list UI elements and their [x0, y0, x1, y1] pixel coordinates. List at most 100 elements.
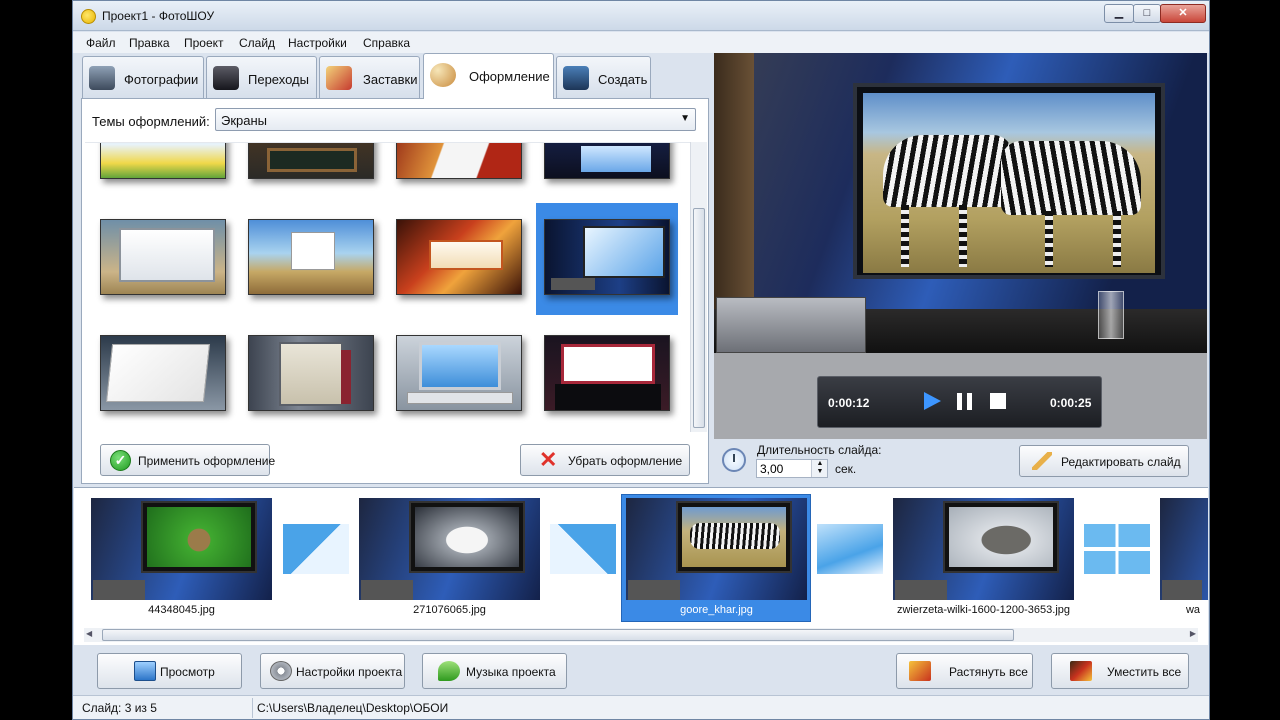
status-divider [252, 698, 253, 718]
camera-icon [89, 66, 115, 90]
theme-thumbnail[interactable] [396, 219, 522, 295]
fit-image-icon [1070, 661, 1092, 681]
tab-photos[interactable]: Фотографии [82, 56, 204, 98]
transition-thumbnail[interactable] [550, 524, 616, 574]
duration-stepper[interactable]: ▲▼ [811, 460, 827, 477]
theme-thumbnail[interactable] [544, 335, 670, 411]
transition-thumbnail[interactable] [1084, 524, 1150, 574]
glass-image [1098, 291, 1124, 339]
status-slide-counter: Слайд: 3 из 5 [82, 701, 157, 715]
timeline-slide-selected[interactable] [626, 498, 807, 600]
slide-filename: wa [1185, 604, 1201, 616]
clock-icon [722, 448, 746, 472]
pause-icon[interactable] [957, 393, 972, 410]
theme-grid-scrollbar[interactable] [690, 142, 707, 432]
apply-design-label: Применить оформление [138, 454, 276, 468]
gear-icon [270, 661, 292, 681]
play-icon[interactable] [924, 392, 941, 410]
app-window: Проект1 - ФотоШОУ ▁ □ ✕ Файл Правка Прое… [72, 0, 1210, 720]
chevron-right-icon[interactable]: ▶ [1190, 629, 1196, 638]
playback-controls: 0:00:12 0:00:25 [817, 376, 1102, 428]
pencil-icon [1032, 452, 1052, 470]
player-area: 0:00:12 0:00:25 [714, 353, 1207, 439]
monitor-icon [134, 661, 156, 681]
title-bar: Проект1 - ФотоШОУ ▁ □ ✕ [73, 1, 1209, 31]
status-project-path: C:\Users\Владелец\Desktop\ОБОИ [257, 701, 449, 715]
maximize-icon: □ [1143, 7, 1151, 19]
remove-design-label: Убрать оформление [568, 454, 683, 468]
maximize-button[interactable]: □ [1133, 4, 1161, 23]
theme-thumbnail[interactable] [100, 335, 226, 411]
project-music-button[interactable]: Музыка проекта [422, 653, 567, 689]
menu-slide[interactable]: Слайд [239, 36, 275, 50]
slide-filename: 44348045.jpg [148, 604, 215, 616]
design-tab-panel: Темы оформлений: Экраны ▼ ✓ Применить оф… [81, 98, 709, 484]
tab-design[interactable]: Оформление [423, 53, 554, 99]
project-settings-button[interactable]: Настройки проекта [260, 653, 405, 689]
red-cross-icon: ✕ [539, 447, 558, 472]
menu-help[interactable]: Справка [363, 36, 410, 50]
theme-thumbnail[interactable] [396, 335, 522, 411]
chevron-left-icon[interactable]: ◀ [86, 629, 92, 638]
transition-thumbnail[interactable] [283, 524, 349, 574]
tab-create[interactable]: Создать [556, 56, 651, 98]
fit-all-button[interactable]: Уместить все [1051, 653, 1189, 689]
preview-screen-frame [853, 83, 1165, 279]
theme-thumbnail[interactable] [248, 143, 374, 179]
scrollbar-thumb[interactable] [693, 208, 705, 428]
stop-icon[interactable] [990, 393, 1006, 409]
menu-edit[interactable]: Правка [129, 36, 170, 50]
timeline-slide[interactable] [1160, 498, 1208, 600]
menu-file[interactable]: Файл [86, 36, 116, 50]
menu-settings[interactable]: Настройки [288, 36, 347, 50]
remove-design-button[interactable]: ✕ Убрать оформление [520, 444, 690, 476]
minimize-button[interactable]: ▁ [1104, 4, 1134, 23]
theme-thumbnail[interactable] [100, 143, 226, 179]
theme-thumbnail-grid [85, 142, 690, 432]
timeline-slide[interactable] [91, 498, 272, 600]
chevron-down-icon: ▼ [680, 113, 690, 124]
close-button[interactable]: ✕ [1160, 4, 1206, 23]
current-time: 0:00:12 [828, 396, 870, 410]
magic-hat-icon [213, 66, 239, 90]
preview-button[interactable]: Просмотр [97, 653, 242, 689]
timeline-scrollbar[interactable]: ◀ ▶ [84, 628, 1198, 642]
menu-project[interactable]: Проект [184, 36, 224, 50]
edit-slide-button[interactable]: Редактировать слайд [1019, 445, 1189, 477]
edit-slide-label: Редактировать слайд [1061, 455, 1181, 469]
slide-filename: 271076065.jpg [413, 604, 486, 616]
close-icon: ✕ [1178, 7, 1188, 19]
slide-duration-area: Длительность слайда: ▲▼ сек. Редактирова… [714, 439, 1207, 485]
slide-timeline: 44348045.jpg 271076065.jpg goore_khar.jp… [74, 487, 1208, 645]
stepper-arrows-icon: ▲▼ [816, 460, 824, 475]
tab-intros-label: Заставки [363, 72, 418, 87]
theme-thumbnail[interactable] [248, 219, 374, 295]
timeline-slide[interactable] [893, 498, 1074, 600]
theme-thumbnail[interactable] [100, 219, 226, 295]
apply-design-button[interactable]: ✓ Применить оформление [100, 444, 275, 476]
palette-icon [430, 63, 456, 87]
stretch-all-label: Растянуть все [949, 665, 1028, 679]
tab-transitions[interactable]: Переходы [206, 56, 317, 98]
scrollbar-thumb[interactable] [102, 629, 1014, 641]
stretch-image-icon [909, 661, 931, 681]
theme-thumbnail[interactable] [396, 143, 522, 179]
tab-photos-label: Фотографии [124, 72, 199, 87]
slide-preview [714, 53, 1207, 353]
transition-thumbnail[interactable] [817, 524, 883, 574]
stretch-all-button[interactable]: Растянуть все [896, 653, 1033, 689]
check-icon: ✓ [110, 450, 131, 471]
theme-thumbnail[interactable] [544, 143, 670, 179]
status-bar: Слайд: 3 из 5 C:\Users\Владелец\Desktop\… [73, 695, 1209, 719]
themes-dropdown[interactable]: Экраны ▼ [215, 108, 696, 131]
tab-design-label: Оформление [469, 69, 550, 84]
minimize-icon: ▁ [1114, 7, 1124, 19]
project-music-label: Музыка проекта [466, 665, 556, 679]
projector-image [716, 297, 866, 353]
slide-filename: zwierzeta-wilki-1600-1200-3653.jpg [896, 604, 1071, 616]
tab-intros[interactable]: Заставки [319, 56, 420, 98]
themes-dropdown-value: Экраны [221, 113, 268, 128]
theme-thumbnail-selected[interactable] [544, 219, 670, 295]
timeline-slide[interactable] [359, 498, 540, 600]
theme-thumbnail[interactable] [248, 335, 374, 411]
